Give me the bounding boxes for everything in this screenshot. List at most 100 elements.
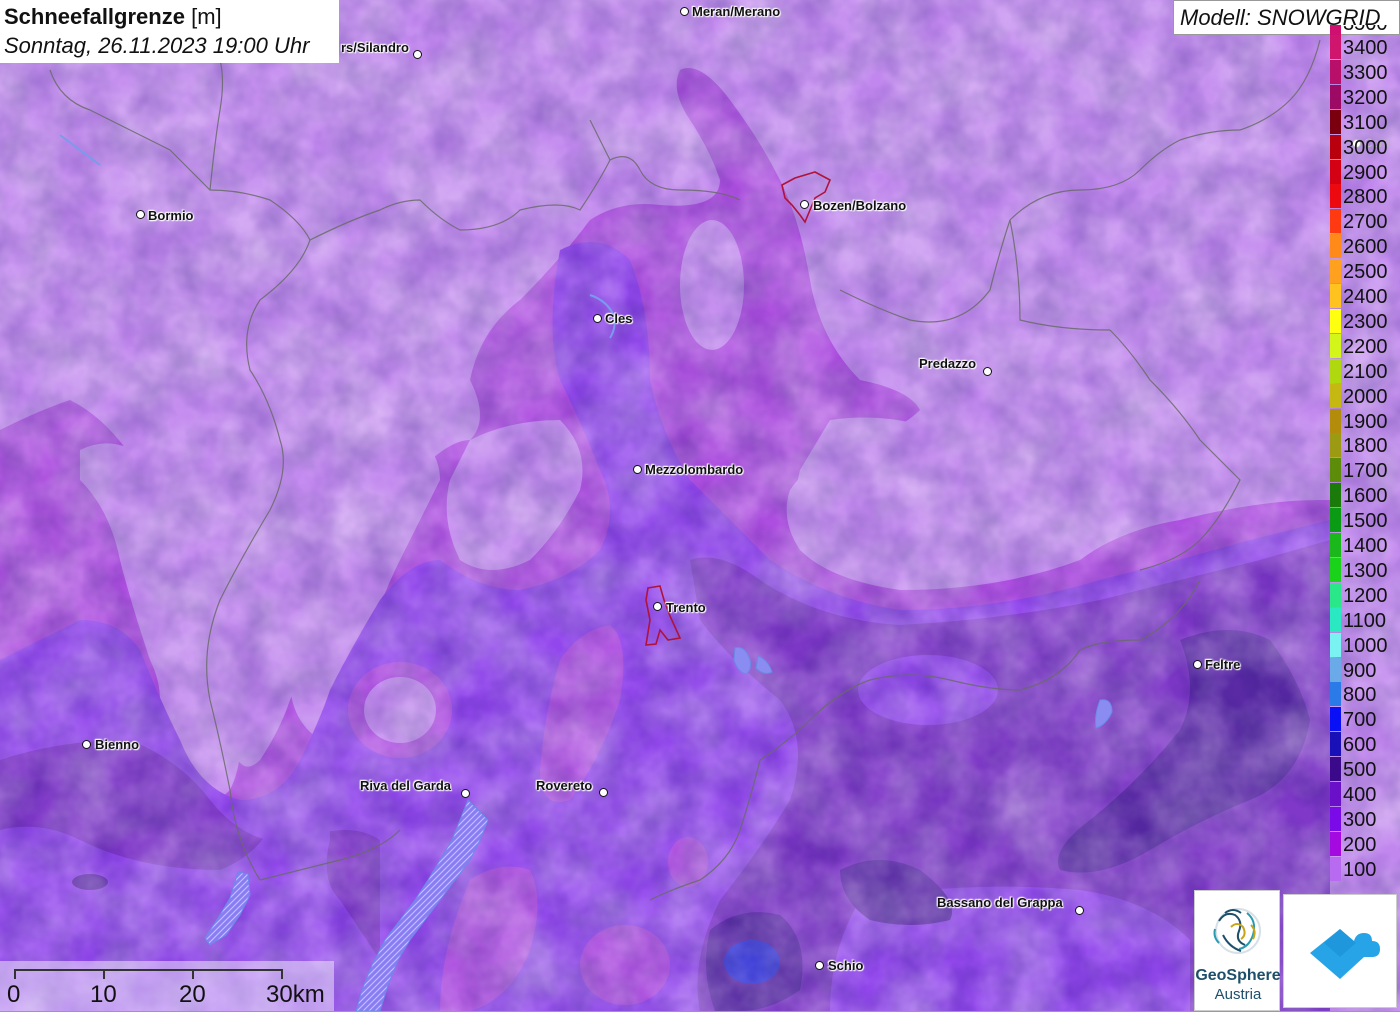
legend-swatch: [1330, 358, 1341, 383]
city-marker: [653, 602, 662, 611]
city-marker: [1075, 906, 1084, 915]
city-label-predazzo: Predazzo: [919, 356, 977, 371]
legend-label: 2100: [1343, 360, 1388, 383]
legend-swatch: [1330, 732, 1341, 757]
legend-label: 1600: [1343, 485, 1388, 508]
legend-label: 100: [1343, 858, 1377, 881]
legend-label: 3200: [1343, 86, 1388, 109]
city-label-merano: Meran/Merano: [692, 4, 781, 19]
legend-row: 2100: [1329, 358, 1400, 384]
city-label-feltre: Feltre: [1205, 657, 1241, 672]
legend-swatch: [1330, 782, 1341, 806]
map-title: Schneefallgrenze [m]: [4, 4, 222, 30]
legend-swatch: [1330, 109, 1341, 134]
city-marker: [1193, 660, 1202, 669]
legend-row: 1800: [1329, 433, 1400, 458]
scale-bar-line: [14, 969, 282, 971]
color-legend: 3500 34003300320031003000290028002700260…: [1329, 25, 1400, 890]
parameter-name: Schneefallgrenze: [4, 4, 185, 29]
scale-label: 20: [179, 981, 206, 1008]
legend-row: 1500: [1329, 508, 1400, 533]
legend-swatch: [1330, 831, 1341, 856]
cloud-arrow-icon: [1310, 929, 1380, 979]
city-marker: [983, 367, 992, 376]
legend-label: 300: [1343, 808, 1377, 831]
legend-row: 3300: [1329, 59, 1400, 85]
legend-label: 2000: [1343, 385, 1388, 408]
legend-row: 2900: [1329, 159, 1400, 185]
legend-swatch: [1330, 333, 1341, 358]
scale-bar: 0 10 20 30km: [0, 961, 334, 1011]
legend-label: 1500: [1343, 510, 1388, 533]
city-label-riva-del-garda: Riva del Garda: [360, 778, 452, 793]
legend-row: 100: [1329, 856, 1400, 882]
legend-row: 1200: [1329, 582, 1400, 608]
legend-label: 3500: [1343, 25, 1388, 35]
legend-label: 500: [1343, 759, 1377, 782]
city-label-mezzolombardo: Mezzolombardo: [645, 462, 744, 477]
app-logo[interactable]: [1283, 894, 1397, 1008]
legend-swatch: [1330, 259, 1341, 284]
legend-swatch: [1330, 657, 1341, 682]
legend-label: 3400: [1343, 37, 1388, 59]
map-title-panel: Schneefallgrenze [m] Sonntag, 26.11.2023…: [0, 0, 339, 63]
legend-row: 3000: [1329, 134, 1400, 160]
legend-row: 1100: [1329, 607, 1400, 633]
legend-label: 2500: [1343, 261, 1388, 284]
legend-label: 2300: [1343, 310, 1388, 333]
legend-row: 2300: [1329, 308, 1400, 334]
legend-row: 3200: [1329, 84, 1400, 110]
geosphere-emblem-icon: [1213, 908, 1261, 954]
legend-row: 1700: [1329, 458, 1400, 483]
legend-swatch: [1330, 557, 1341, 582]
legend-label: 1400: [1343, 535, 1388, 557]
legend-swatch: [1330, 284, 1341, 308]
legend-label: 1800: [1343, 435, 1388, 458]
legend-row: 1000: [1329, 632, 1400, 658]
legend-swatch: [1330, 508, 1341, 533]
legend-row: 2700: [1329, 209, 1400, 234]
city-marker: [82, 740, 91, 749]
legend-row: 2800: [1329, 184, 1400, 209]
city-label-schio: Schio: [828, 958, 864, 973]
scale-label: 0: [7, 981, 21, 1008]
legend-label: 3000: [1343, 136, 1388, 159]
city-label-bienno: Bienno: [95, 737, 140, 752]
city-label-bormio: Bormio: [148, 208, 194, 223]
legend-row: 400: [1329, 782, 1400, 807]
city-marker: [633, 465, 642, 474]
geosphere-logo[interactable]: GeoSphere Austria: [1194, 890, 1281, 1011]
legend-row: 2000: [1329, 383, 1400, 409]
scale-tick: [192, 969, 194, 979]
legend-swatch: [1330, 35, 1341, 59]
legend-swatch: [1330, 806, 1341, 831]
city-label-cles: Cles: [605, 311, 633, 326]
city-marker: [680, 7, 689, 16]
legend-swatch: [1330, 383, 1341, 408]
legend-swatch: [1330, 84, 1341, 109]
scale-tick: [281, 969, 283, 979]
scale-label: 10: [90, 981, 117, 1008]
legend-row: 700: [1329, 707, 1400, 732]
legend-label: 800: [1343, 684, 1377, 707]
legend-swatch: [1330, 682, 1341, 707]
legend-row: 1300: [1329, 557, 1400, 583]
geosphere-subtitle: Austria: [1214, 986, 1262, 1003]
legend-row: 800: [1329, 682, 1400, 707]
legend-swatch: [1330, 184, 1341, 209]
legend-row: 200: [1329, 831, 1400, 857]
city-label-rovereto: Rovereto: [536, 778, 593, 793]
legend-swatch: [1330, 707, 1341, 732]
city-marker: [593, 314, 602, 323]
city-marker: [815, 961, 824, 970]
legend-label: 1300: [1343, 559, 1388, 582]
legend-label: 1200: [1343, 584, 1388, 607]
legend-label: 2400: [1343, 286, 1388, 308]
legend-swatch: [1330, 632, 1341, 657]
legend-label: 1100: [1343, 609, 1387, 632]
legend-swatch: [1330, 607, 1341, 632]
city-label-bolzano: Bozen/Bolzano: [813, 198, 907, 213]
map-datetime: Sonntag, 26.11.2023 19:00 Uhr: [4, 33, 310, 58]
legend-swatch: [1330, 234, 1341, 259]
snowfall-map[interactable]: [0, 0, 1400, 1011]
